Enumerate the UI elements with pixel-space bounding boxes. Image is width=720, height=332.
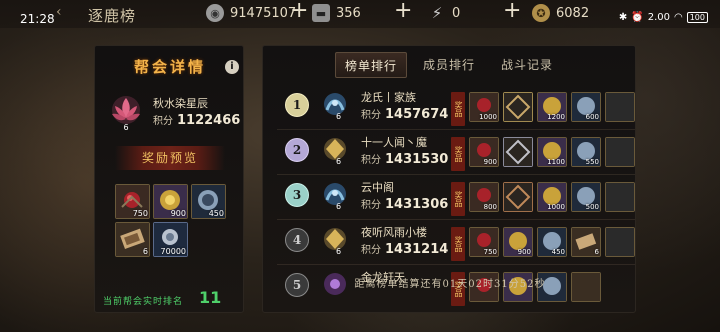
row-divider	[277, 264, 635, 265]
reward-red-gem[interactable]: 800	[469, 182, 499, 212]
reward-tag: 奖品	[451, 182, 465, 216]
extra-reward-icon	[606, 228, 634, 256]
guild-name: 夜听风雨小楼	[361, 226, 427, 239]
lotus-emblem-icon: 6	[112, 96, 140, 132]
reward-gold-ornament[interactable]: 1100	[537, 137, 567, 167]
reward-gold-ornament[interactable]: 900	[153, 184, 188, 219]
guild-name: 龙氏丨家族	[361, 91, 416, 104]
rank-number: 11	[199, 288, 222, 307]
golden-emblem-icon	[324, 228, 346, 250]
reward-gold-ornament[interactable]: 1200	[537, 92, 567, 122]
guild-score: 积分 1457674	[361, 107, 449, 122]
ranking-panel: 榜单排行 成员排行 战斗记录 1 6 龙氏丨家族 积分 1457674 奖品 10…	[262, 45, 636, 313]
resource-ingot: ▬ 356	[312, 3, 361, 23]
guild-name: 云中阁	[361, 181, 394, 194]
guild-score: 积分 1431214	[361, 242, 449, 257]
lightning-icon: ⚡	[431, 4, 443, 22]
reward-scroll[interactable]: 6	[571, 227, 601, 257]
reward-red-gem[interactable]: 900	[469, 137, 499, 167]
bluetooth-icon: ✱	[618, 12, 628, 23]
silver-coin-icon: ◉	[206, 4, 224, 22]
extra-reward-icon	[606, 138, 634, 166]
system-status: ✱ ⏰ 2.00 ◠ 100	[619, 12, 708, 23]
back-arrow-icon[interactable]: ‹	[56, 4, 62, 20]
row-divider	[277, 174, 635, 175]
diamond-frame-icon	[504, 183, 532, 211]
tab-battle-log[interactable]: 战斗记录	[491, 52, 563, 78]
ranking-row[interactable]: 4 6 夜听风雨小楼 积分 1431214 奖品 750 900 450 6	[277, 223, 635, 261]
svg-text:6: 6	[123, 123, 128, 132]
tab-member-ranking[interactable]: 成员排行	[413, 52, 485, 78]
reward-ice-medallion[interactable]: 600	[571, 92, 601, 122]
reward-extra[interactable]	[605, 182, 635, 212]
reward-ice-medallion[interactable]: 550	[571, 137, 601, 167]
reward-red-gem[interactable]: 1000	[469, 92, 499, 122]
extra-reward-icon	[606, 93, 634, 121]
reward-tag: 奖品	[451, 137, 465, 171]
rank-label: 当前帮会实时排名	[103, 297, 184, 307]
tab-leaderboard[interactable]: 榜单排行	[335, 52, 407, 78]
reward-tag: 奖品	[451, 227, 465, 261]
guild-detail-panel: 帮会详情 i 6 秋水染星辰 积分 1122466 奖励预览 750 900 4…	[94, 45, 244, 313]
rank-medal-teal: 3	[285, 183, 309, 207]
reward-silver-coin[interactable]: 70000	[153, 222, 188, 257]
ranking-row[interactable]: 3 6 云中阁 积分 1431306 奖品 800 1000 500	[277, 178, 635, 216]
reward-ice-medallion[interactable]: 450	[191, 184, 226, 219]
alarm-icon: ⏰	[631, 12, 644, 23]
settlement-countdown: 距离榜单结算还有01天02时31分52秒	[354, 279, 546, 290]
reward-ice-medallion[interactable]: 500	[571, 182, 601, 212]
rank-medal-plain: 4	[285, 228, 309, 252]
reward-frame[interactable]	[503, 92, 533, 122]
dragon-emblem-icon	[324, 183, 346, 205]
row-divider	[277, 129, 635, 130]
golden-emblem-icon	[324, 138, 346, 160]
diamond-frame-icon	[504, 93, 532, 121]
guild-detail-header: 帮会详情 i	[95, 52, 245, 82]
guild-name: 十一人闻丶魔	[361, 136, 427, 149]
guild-name: 秋水染星辰	[153, 97, 208, 110]
reward-extra[interactable]	[605, 137, 635, 167]
reward-ice-medallion[interactable]: 450	[537, 227, 567, 257]
top-bar: 21:28 ‹ 逐鹿榜 ◉ 91475107 + ▬ 356 + ⚡ 0 + ✪…	[0, 0, 720, 28]
reward-extra[interactable]	[605, 92, 635, 122]
row-divider	[277, 219, 635, 220]
reward-frame[interactable]	[503, 182, 533, 212]
status-clock: 21:28	[20, 12, 55, 26]
guild-detail-title: 帮会详情	[133, 58, 206, 76]
reward-red-gem[interactable]: 750	[469, 227, 499, 257]
reward-gold-ornament[interactable]: 900	[503, 227, 533, 257]
reward-gold-ornament[interactable]: 1000	[537, 182, 567, 212]
ingot-icon: ▬	[312, 4, 330, 22]
ranking-row[interactable]: 2 6 十一人闻丶魔 积分 1431530 奖品 900 1100 550	[277, 133, 635, 171]
resource-honor: ✪ 6082	[532, 3, 589, 23]
reward-frame[interactable]	[503, 137, 533, 167]
page-title: 逐鹿榜	[88, 7, 137, 25]
reward-tag: 奖品	[451, 92, 465, 126]
reward-scroll[interactable]: 6	[115, 222, 150, 257]
guild-score: 积分 1431530	[361, 152, 449, 167]
rank-medal-purple: 2	[285, 138, 309, 162]
guild-score: 积分 1122466	[153, 113, 241, 128]
net-speed: 2.00	[647, 12, 670, 23]
reward-red-gem[interactable]: 750	[115, 184, 150, 219]
honor-medal-icon: ✪	[532, 4, 550, 22]
diamond-frame-icon	[504, 138, 532, 166]
info-icon[interactable]: i	[225, 60, 239, 74]
reward-preview-title: 奖励预览	[115, 146, 225, 170]
resource-energy: ⚡ 0	[428, 3, 461, 23]
tab-bar: 榜单排行 成员排行 战斗记录	[263, 52, 635, 78]
ranking-row[interactable]: 1 6 龙氏丨家族 积分 1457674 奖品 1000 1200 600	[277, 88, 635, 126]
rank-medal-gold: 1	[285, 93, 309, 117]
wifi-icon: ◠	[673, 12, 683, 23]
guild-score: 积分 1431306	[361, 197, 449, 212]
resource-silver: ◉ 91475107	[206, 3, 296, 23]
extra-reward-icon	[606, 183, 634, 211]
battery-icon: 100	[686, 12, 708, 23]
reward-extra[interactable]	[605, 227, 635, 257]
dragon-emblem-icon	[324, 93, 346, 115]
